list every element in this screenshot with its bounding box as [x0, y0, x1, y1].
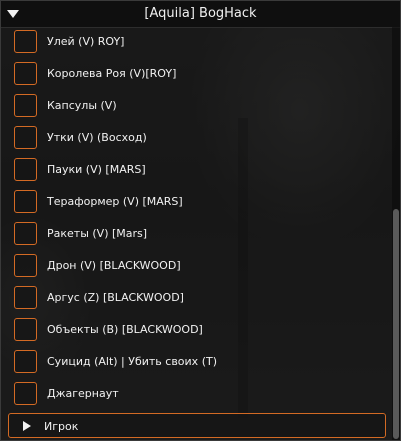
- window-title: [Aquila] BogHack: [144, 6, 257, 21]
- option-terraformer[interactable]: Тераформер (V) [MARS]: [13, 190, 383, 216]
- checkbox[interactable]: [14, 254, 37, 277]
- options-panel: Улей (V) ROY] Королева Роя (V)[ROY] Капс…: [1, 27, 400, 440]
- checkbox[interactable]: [14, 126, 37, 149]
- option-hive[interactable]: Улей (V) ROY]: [13, 30, 383, 56]
- section-header-player[interactable]: Игрок: [8, 413, 386, 438]
- option-label: Королева Роя (V)[ROY]: [47, 67, 177, 80]
- checkbox[interactable]: [14, 190, 37, 213]
- option-label: Утки (V) (Восход): [47, 131, 147, 144]
- option-argus[interactable]: Аргус (Z) [BLACKWOOD]: [13, 286, 383, 312]
- checkbox[interactable]: [14, 350, 37, 373]
- checkbox[interactable]: [14, 286, 37, 309]
- title-bar[interactable]: [Aquila] BogHack: [1, 1, 400, 28]
- option-juggernaut[interactable]: Джагернаут: [13, 382, 383, 408]
- checkbox[interactable]: [14, 30, 37, 53]
- section-label: Игрок: [44, 420, 79, 433]
- option-suicide[interactable]: Суицид (Alt) | Убить своих (T): [13, 350, 383, 376]
- expand-arrow-icon: [23, 421, 31, 431]
- cheat-menu-window: [Aquila] BogHack Улей (V) ROY] Королева …: [0, 0, 401, 441]
- option-ducks[interactable]: Утки (V) (Восход): [13, 126, 383, 152]
- option-spiders[interactable]: Пауки (V) [MARS]: [13, 158, 383, 184]
- checkbox[interactable]: [14, 318, 37, 341]
- scrollbar[interactable]: [392, 27, 400, 440]
- option-drone[interactable]: Дрон (V) [BLACKWOOD]: [13, 254, 383, 280]
- option-capsules[interactable]: Капсулы (V): [13, 94, 383, 120]
- checkbox[interactable]: [14, 62, 37, 85]
- checkbox[interactable]: [14, 382, 37, 405]
- option-label: Капсулы (V): [47, 99, 117, 112]
- scrollbar-thumb[interactable]: [393, 209, 399, 439]
- option-label: Дрон (V) [BLACKWOOD]: [47, 259, 181, 272]
- option-swarm-queen[interactable]: Королева Роя (V)[ROY]: [13, 62, 383, 88]
- option-objects[interactable]: Объекты (B) [BLACKWOOD]: [13, 318, 383, 344]
- option-label: Аргус (Z) [BLACKWOOD]: [47, 291, 184, 304]
- checkbox[interactable]: [14, 94, 37, 117]
- option-label: Пауки (V) [MARS]: [47, 163, 146, 176]
- checkbox[interactable]: [14, 158, 37, 181]
- option-label: Ракеты (V) [Mars]: [47, 227, 148, 240]
- checkbox[interactable]: [14, 222, 37, 245]
- option-label: Объекты (B) [BLACKWOOD]: [47, 323, 203, 336]
- option-label: Улей (V) ROY]: [47, 35, 125, 48]
- option-rockets[interactable]: Ракеты (V) [Mars]: [13, 222, 383, 248]
- option-label: Суицид (Alt) | Убить своих (T): [47, 355, 217, 368]
- option-label: Тераформер (V) [MARS]: [47, 195, 183, 208]
- option-label: Джагернаут: [47, 387, 119, 400]
